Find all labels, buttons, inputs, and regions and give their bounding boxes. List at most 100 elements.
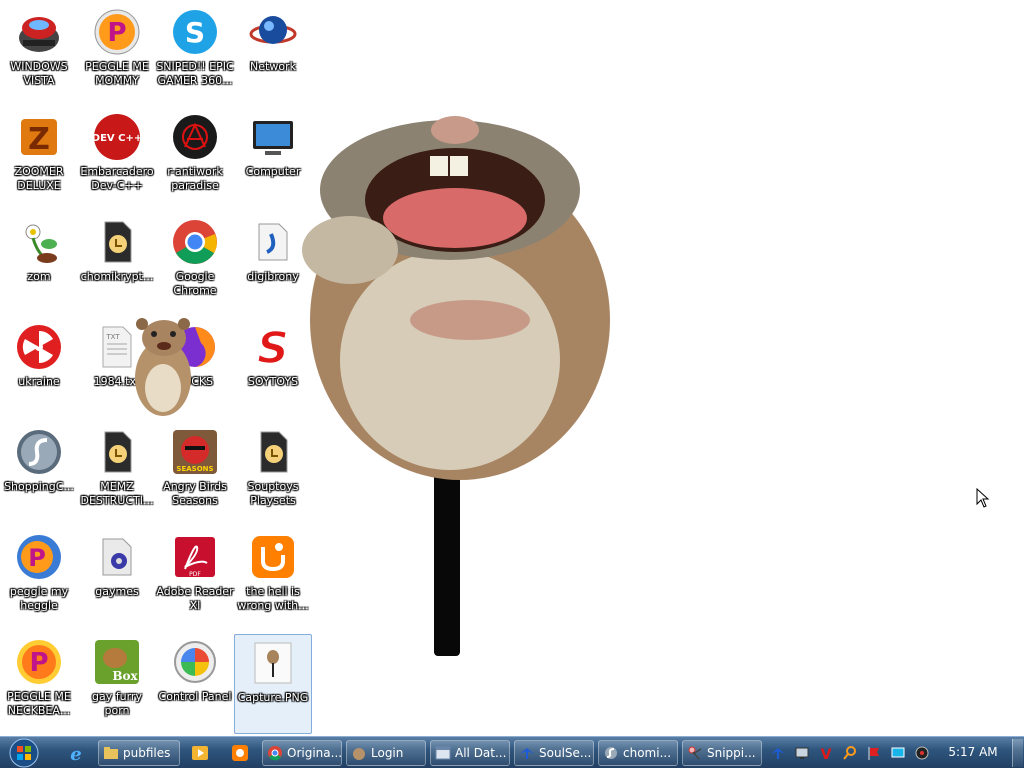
icon-label: Network	[250, 60, 296, 73]
taskbar-button-label: All Dat...	[455, 746, 507, 760]
desktop-icon-network[interactable]: Network	[234, 4, 312, 104]
taskbar-button-label: Snippi...	[707, 746, 756, 760]
taskbar-button-soulseek[interactable]: SoulSe...	[514, 740, 594, 766]
taskbar-button-snipping[interactable]: Snippi...	[682, 740, 762, 766]
chrome-icon	[267, 745, 283, 761]
desktop-icon-zoomer-deluxe[interactable]: Z ZOOMER DELUXE	[0, 109, 78, 209]
desktop-icon-gay-furry-porn[interactable]: Box gay furry porn	[78, 634, 156, 734]
chrome-icon	[171, 218, 219, 266]
control-panel-icon	[171, 638, 219, 686]
small-hamster-image	[128, 316, 198, 418]
svg-text:P: P	[28, 544, 46, 572]
icon-label: Embarcadero Dev-C++	[80, 165, 154, 192]
desktop-icon-angry-birds[interactable]: SEASONS Angry Birds Seasons	[156, 424, 234, 524]
tray-soulseek-icon[interactable]	[770, 745, 786, 761]
quicklaunch-ie[interactable]: e	[66, 743, 86, 763]
desktop-icon-peggle-me-mommy[interactable]: P PEGGLE ME MOMMY	[78, 4, 156, 104]
icon-label: Adobe Reader XI	[156, 585, 234, 612]
svg-text:P: P	[107, 18, 126, 48]
peggle-icon: P	[15, 533, 63, 581]
angry-birds-icon: SEASONS	[171, 428, 219, 476]
desktop-icon-peggle-me-neckbeard[interactable]: P PEGGLE ME NECKBEA...	[0, 634, 78, 734]
desktop-icon-devcpp[interactable]: DEV C++ Embarcadero Dev-C++	[78, 109, 156, 209]
taskbar-button-label: SoulSe...	[539, 746, 592, 760]
bird-icon	[519, 745, 535, 761]
desktop-icon-memz[interactable]: MEMZ DESTRUCTI...	[78, 424, 156, 524]
box-app-icon: Box	[93, 638, 141, 686]
svg-text:PDF: PDF	[189, 571, 201, 578]
plant-icon	[15, 218, 63, 266]
svg-text:DEV C++: DEV C++	[93, 133, 141, 144]
icon-label: ukraine	[18, 375, 60, 388]
taskbar-button-pubfiles[interactable]: pubfiles	[98, 740, 180, 766]
desktop-icon-adobe-reader[interactable]: PDF Adobe Reader XI	[156, 529, 234, 629]
pdf-icon: PDF	[171, 533, 219, 581]
desktop-icon-windows-vista[interactable]: WINDOWS VISTA	[0, 4, 78, 104]
icon-label: Google Chrome	[173, 270, 217, 297]
taskbar-button-all-data[interactable]: All Dat...	[430, 740, 510, 766]
taskbar-button-chomikrypt[interactable]: chomi...	[598, 740, 678, 766]
tray-network-icon[interactable]	[794, 745, 810, 761]
icon-label: PEGGLE ME MOMMY	[85, 60, 149, 87]
taskbar-button-login[interactable]: Login	[346, 740, 426, 766]
taskbar-button-original[interactable]: Origina...	[262, 740, 342, 766]
folder-icon	[103, 745, 119, 761]
desktop-icon-ukraine[interactable]: ukraine	[0, 319, 78, 419]
clock-time[interactable]: 5:17 AM	[944, 745, 1002, 759]
icon-label: r-antiwork paradise	[167, 165, 223, 192]
svg-text:P: P	[29, 648, 48, 678]
orange-app-icon	[232, 745, 248, 761]
radiation-icon	[15, 323, 63, 371]
app-file-icon	[93, 428, 141, 476]
desktop-icon-chomikrypt[interactable]: chomikrypt...	[78, 214, 156, 314]
icon-label: PEGGLE ME NECKBEA...	[7, 690, 71, 717]
desktop-icon-google-chrome[interactable]: Google Chrome	[156, 214, 234, 314]
svg-text:S: S	[185, 16, 205, 49]
tray-v-icon[interactable]: V	[818, 745, 834, 761]
icon-label: SNIPED!! EPIC GAMER 360...	[156, 60, 234, 87]
taskbar-button-label: pubfiles	[123, 746, 171, 760]
icon-label: peggle my heggle	[9, 585, 69, 612]
show-desktop-button[interactable]	[1012, 739, 1023, 767]
svg-text:V: V	[821, 747, 832, 761]
icon-label: ShoppingC...	[4, 480, 74, 493]
svg-text:SEASONS: SEASONS	[176, 465, 213, 473]
mech-icon	[15, 8, 63, 56]
taskbar-button-label: chomi...	[623, 746, 672, 760]
taskbar-button-label: Origina...	[287, 746, 342, 760]
tray-flag-icon[interactable]	[866, 745, 882, 761]
icon-label: zom	[27, 270, 51, 283]
tray-display-icon[interactable]	[890, 745, 906, 761]
desktop-icon-r-antiwork[interactable]: r-antiwork paradise	[156, 109, 234, 209]
svg-text:Box: Box	[112, 669, 138, 683]
desktop-icon-peggle-my-heggle[interactable]: P peggle my heggle	[0, 529, 78, 629]
folder-document-icon	[93, 533, 141, 581]
zoomer-z-icon: Z	[15, 113, 63, 161]
anarchy-icon	[171, 113, 219, 161]
desktop-icon-gaymes[interactable]: gaymes	[78, 529, 156, 629]
icon-label: chomikrypt...	[80, 270, 154, 283]
icon-label: Control Panel	[158, 690, 232, 703]
quicklaunch-app[interactable]	[230, 743, 250, 763]
icon-label: ZOOMER DELUXE	[14, 165, 64, 192]
svg-text:S: S	[257, 323, 289, 371]
peggle-icon: P	[15, 638, 63, 686]
icon-label: WINDOWS VISTA	[10, 60, 68, 87]
windows-orb-icon	[9, 738, 39, 768]
desktop-icon-zom[interactable]: zom	[0, 214, 78, 314]
icon-label: Angry Birds Seasons	[163, 480, 227, 507]
tray-volume-icon[interactable]	[914, 745, 930, 761]
desktop[interactable]: WINDOWS VISTA P PEGGLE ME MOMMY S SNIPED…	[0, 0, 1024, 736]
desktop-icon-shoppingc[interactable]: ShoppingC...	[0, 424, 78, 524]
scissors-icon	[687, 745, 703, 761]
skype-icon: S	[171, 8, 219, 56]
desktop-icon-sniped[interactable]: S SNIPED!! EPIC GAMER 360...	[156, 4, 234, 104]
start-button[interactable]	[4, 737, 44, 769]
quicklaunch-media[interactable]	[190, 743, 210, 763]
icon-label: gay furry porn	[92, 690, 142, 717]
media-player-icon	[192, 746, 208, 760]
taskbar: e pubfiles Origina... Login All Dat... S…	[0, 736, 1024, 768]
app-icon	[603, 745, 619, 761]
desktop-icon-control-panel[interactable]: Control Panel	[156, 634, 234, 734]
tray-search-icon[interactable]	[842, 745, 858, 761]
